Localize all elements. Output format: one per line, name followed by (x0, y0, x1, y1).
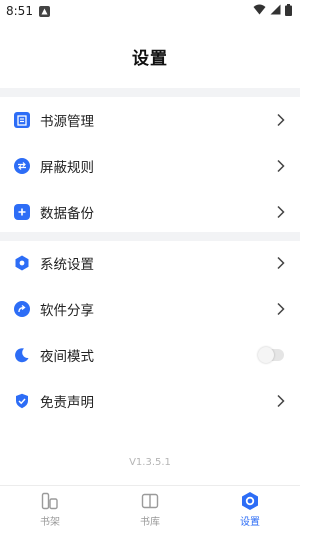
swap-arrows-icon (14, 158, 30, 174)
night-mode-toggle[interactable] (258, 347, 284, 363)
menu-item-share-app[interactable]: 软件分享 (0, 286, 300, 332)
menu-label: 软件分享 (40, 303, 94, 319)
library-icon (141, 493, 159, 509)
menu-item-book-source[interactable]: 书源管理 (0, 97, 300, 143)
shield-check-icon (14, 393, 30, 409)
menu-item-data-backup[interactable]: 数据备份 (0, 189, 300, 235)
hexagon-settings-icon (14, 255, 30, 271)
menu-label: 书源管理 (40, 114, 94, 130)
settings-hexagon-icon (242, 492, 258, 510)
menu-label: 夜间模式 (40, 349, 94, 365)
menu-item-system-settings[interactable]: 系统设置 (0, 240, 300, 286)
bottom-nav: 书架 书库 设置 (0, 485, 300, 533)
settings-screen: 8:51 设置 书源管理 屏蔽规则 数据备份 系统设置 软件分享 夜间模式 免责… (0, 0, 300, 533)
chevron-right-icon (277, 113, 285, 127)
chevron-right-icon (277, 394, 285, 408)
toggle-knob (258, 347, 274, 363)
nav-label: 设置 (240, 517, 260, 528)
menu-group-secondary: 系统设置 软件分享 夜间模式 免责声明 (0, 240, 300, 424)
nav-label: 书库 (140, 517, 160, 528)
menu-label: 免责声明 (40, 395, 94, 411)
moon-icon (14, 347, 30, 363)
nav-label: 书架 (40, 517, 60, 528)
menu-item-night-mode: 夜间模式 (0, 332, 300, 378)
menu-label: 数据备份 (40, 206, 94, 222)
menu-label: 系统设置 (40, 257, 94, 273)
menu-item-disclaimer[interactable]: 免责声明 (0, 378, 300, 424)
share-arrow-icon (14, 301, 30, 317)
wifi-icon (253, 4, 266, 18)
nav-item-settings[interactable]: 设置 (200, 486, 300, 533)
status-time: 8:51 (6, 4, 33, 18)
battery-icon (285, 3, 292, 19)
page-title: 设置 (132, 49, 168, 69)
menu-label: 屏蔽规则 (40, 160, 94, 176)
nav-item-bookshelf[interactable]: 书架 (0, 486, 100, 533)
version-label: V1.3.5.1 (129, 457, 171, 468)
plus-icon (14, 204, 30, 220)
notification-icon (38, 5, 50, 17)
chevron-right-icon (277, 302, 285, 316)
status-bar: 8:51 (0, 0, 300, 22)
menu-group-primary: 书源管理 屏蔽规则 数据备份 (0, 97, 300, 235)
signal-icon (270, 4, 281, 18)
book-source-icon (14, 112, 30, 128)
section-divider (0, 88, 300, 97)
nav-item-library[interactable]: 书库 (100, 486, 200, 533)
bookshelf-icon (41, 492, 58, 510)
chevron-right-icon (277, 205, 285, 219)
menu-item-block-rules[interactable]: 屏蔽规则 (0, 143, 300, 189)
chevron-right-icon (277, 159, 285, 173)
chevron-right-icon (277, 256, 285, 270)
